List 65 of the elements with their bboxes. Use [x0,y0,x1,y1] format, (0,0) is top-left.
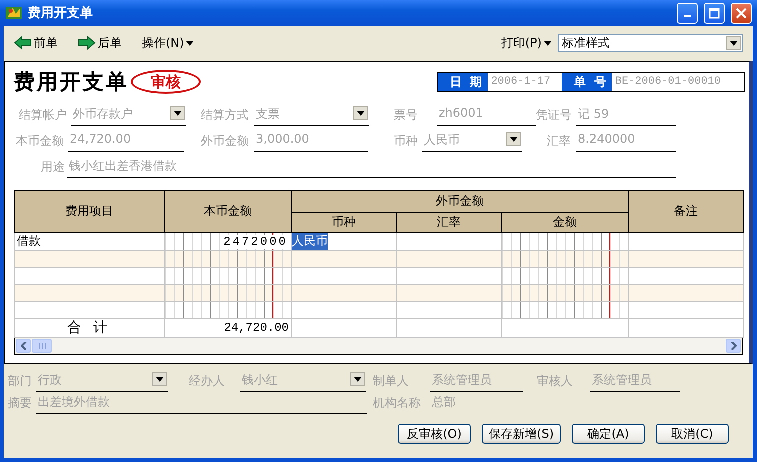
arrow-right-icon [78,36,96,50]
action-button[interactable]: 保存新增(S) [482,424,561,444]
date-label: 日 期 [438,73,488,91]
field-label: 部门 [8,373,33,390]
caret-icon [354,376,362,382]
column-header: 汇率 [396,212,502,232]
maximize-icon [709,8,720,18]
caret-icon [730,40,738,46]
scrollbar-thumb[interactable] [32,339,52,353]
action-button[interactable]: 确定(A) [572,424,645,444]
field-label: 用途 [41,159,66,176]
field-label: 结算方式 [201,107,250,124]
grip-icon [38,343,46,349]
field-label: 外币金额 [201,133,250,150]
caret-icon [174,110,182,116]
field-label: 制单人 [373,373,410,390]
field-label: 本币金额 [16,133,65,150]
app-icon [6,5,22,21]
column-header: 费用项目 [14,190,164,232]
scroll-left-button[interactable] [16,339,31,353]
field-label: 汇率 [547,133,572,150]
chevron-left-icon [20,342,26,350]
field-label: 凭证号 [536,107,573,124]
action-button[interactable]: 反审核(O) [398,424,472,444]
dropdown-button[interactable] [726,36,741,50]
field-label: 币种 [394,133,419,150]
column-header: 币种 [292,212,396,232]
status-stamp: 审核 [131,70,201,94]
window-title: 费用开支单 [28,5,94,22]
menu-button[interactable]: 操作(N) [142,34,194,52]
close-icon [736,8,747,18]
total-amount: 24,720.00 [223,321,290,335]
style-dropdown[interactable]: 标准样式 [558,34,743,52]
chevron-right-icon [730,342,736,350]
arrow-left-icon [14,36,32,50]
field-value: 总部 [431,394,456,411]
field-label: 机构名称 [373,395,422,412]
action-button[interactable]: 取消(C) [656,424,729,444]
table-cell[interactable]: 人民币 [292,233,328,250]
caret-icon [510,136,518,142]
column-header: 备注 [628,190,744,232]
column-header: 外币金额 [292,190,629,212]
close-button[interactable] [731,2,752,24]
field-label: 审核人 [537,373,574,390]
previous-button[interactable]: 前单 [14,34,58,52]
field-label: 结算帐户 [19,107,68,124]
column-header: 本币金额 [164,190,292,232]
field-label: 票号 [394,107,419,124]
field-label: 经办人 [189,373,226,390]
caret-icon [356,110,364,116]
form-title: 费用开支单 [14,68,129,96]
minimize-icon [684,15,691,17]
maximize-button[interactable] [704,2,725,24]
field-label: 摘要 [8,395,33,412]
scroll-right-button[interactable] [726,339,741,353]
print-button[interactable]: 打印(P) [501,34,552,52]
total-label: 合 计 [66,319,113,337]
caret-icon [156,376,164,382]
caret-icon [186,40,194,46]
column-header: 金额 [502,212,629,232]
table-cell-text: 借款 [16,233,42,250]
next-button[interactable]: 后单 [78,34,122,52]
number-label: 单 号 [562,73,612,91]
minimize-button[interactable] [677,2,698,24]
caret-icon [544,40,552,46]
